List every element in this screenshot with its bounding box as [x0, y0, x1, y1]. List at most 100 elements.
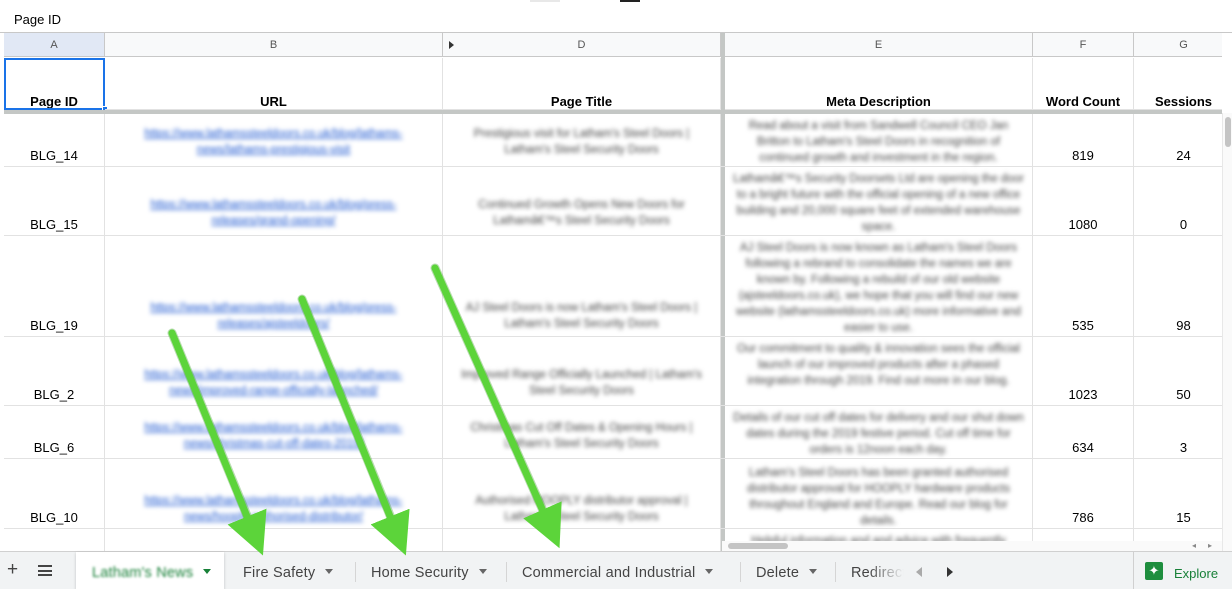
all-sheets-menu-icon[interactable] — [38, 565, 52, 576]
cell-meta-description[interactable]: AJ Steel Doors is now known as Latham's … — [725, 236, 1033, 336]
cell-page-title[interactable]: Authorised HOOPLY distributor approval |… — [443, 459, 721, 528]
column-header-f[interactable]: F — [1033, 33, 1134, 57]
url-link[interactable]: https://www.lathamssteeldoors.co.uk/blog… — [105, 363, 442, 403]
tab-lathams-news[interactable]: Latham's News — [76, 552, 224, 589]
page-title-text: Continued Growth Opens New Doors for Lat… — [478, 199, 685, 227]
cell-url[interactable]: https://www.lathamssteeldoors.co.uk/blog… — [105, 406, 443, 458]
column-header-b[interactable]: B — [105, 33, 542, 57]
tab-commercial-and-industrial[interactable]: Commercial and Industrial — [506, 552, 740, 589]
cell-url[interactable]: https://www.lathamssteeldoors.co.uk/blog… — [105, 236, 443, 336]
vertical-scroll-thumb[interactable] — [1225, 117, 1231, 147]
page-title-text: Authorised HOOPLY distributor approval |… — [475, 495, 688, 523]
header-cell-page-id[interactable]: Page ID — [4, 58, 105, 110]
cell-page-id-value: BLG_10 — [30, 510, 78, 525]
cell-meta-description[interactable]: Latham's Steel Doors has been granted au… — [725, 459, 1033, 528]
header-cell-url[interactable]: URL — [105, 58, 443, 110]
column-header-g[interactable]: G — [1134, 33, 1222, 57]
scroll-left-icon[interactable]: ◂ — [1192, 541, 1196, 550]
cell-sessions[interactable]: 98 — [1134, 236, 1222, 336]
cell-word-count[interactable]: 634 — [1033, 406, 1134, 458]
cell-meta-description[interactable]: Read about a visit from Sandwell Council… — [725, 114, 1033, 166]
scroll-right-icon[interactable]: ▸ — [1208, 541, 1212, 550]
cell-page-title[interactable]: Improved Range Officially Launched | Lat… — [443, 337, 721, 405]
spreadsheet-grid[interactable]: A B D E F G Page ID URL Page Title Meta … — [4, 33, 1222, 551]
cell-page-title[interactable] — [443, 529, 721, 551]
cell-page-id[interactable]: BLG_2 — [4, 337, 105, 405]
cell-word-count[interactable]: 1023 — [1033, 337, 1134, 405]
chevron-down-icon[interactable] — [325, 569, 334, 574]
cell-page-id[interactable]: BLG_15 — [4, 167, 105, 235]
explore-label: Explore — [1174, 566, 1219, 581]
column-header-e[interactable]: E — [725, 33, 1033, 57]
header-cell-page-title[interactable]: Page Title — [443, 58, 721, 110]
cell-url[interactable] — [105, 529, 443, 551]
cell-word-count[interactable]: 819 — [1033, 114, 1134, 166]
cell-word-count[interactable]: 535 — [1033, 236, 1134, 336]
column-header-a[interactable]: A — [4, 33, 105, 57]
url-link[interactable]: https://www.lathamssteeldoors.co.uk/blog… — [105, 193, 442, 233]
sessions-value: 15 — [1176, 510, 1191, 525]
url-link[interactable]: https://www.lathamssteeldoors.co.uk/blog… — [105, 416, 442, 456]
tab-delete[interactable]: Delete — [740, 552, 835, 589]
meta-description-text: AJ Steel Doors is now known as Latham's … — [735, 242, 1022, 334]
cell-url[interactable]: https://www.lathamssteeldoors.co.uk/blog… — [105, 114, 443, 166]
formula-bar-content[interactable]: Page ID — [14, 12, 61, 27]
url-link[interactable]: https://www.lathamssteeldoors.co.uk/blog… — [105, 489, 442, 529]
scroll-tabs-right-icon[interactable] — [947, 567, 953, 577]
cell-url[interactable]: https://www.lathamssteeldoors.co.uk/blog… — [105, 167, 443, 235]
tab-label: Latham's News — [92, 565, 194, 581]
cell-page-id-value: BLG_19 — [30, 318, 78, 333]
cell-sessions[interactable]: 0 — [1134, 167, 1222, 235]
word-count-value: 535 — [1072, 318, 1094, 333]
cell-sessions[interactable]: 50 — [1134, 337, 1222, 405]
meta-description-text: Read about a visit from Sandwell Council… — [748, 120, 1009, 164]
cell-page-title[interactable]: AJ Steel Doors is now Latham's Steel Doo… — [443, 236, 721, 336]
header-cell-sessions[interactable]: Sessions — [1134, 58, 1222, 110]
cell-page-title[interactable]: Prestigious visit for Latham's Steel Doo… — [443, 114, 721, 166]
formula-bar[interactable]: Page ID — [0, 0, 1232, 33]
cell-meta-description[interactable]: Our commitment to quality & innovation s… — [725, 337, 1033, 405]
cell-url[interactable]: https://www.lathamssteeldoors.co.uk/blog… — [105, 337, 443, 405]
header-cell-word-count[interactable]: Word Count — [1033, 58, 1134, 110]
cell-page-title[interactable]: Continued Growth Opens New Doors for Lat… — [443, 167, 721, 235]
toolbar-edge — [530, 0, 560, 2]
page-title-text: Prestigious visit for Latham's Steel Doo… — [473, 128, 690, 156]
cell-page-id-value: BLG_14 — [30, 148, 78, 163]
url-link[interactable]: https://www.lathamssteeldoors.co.uk/blog… — [105, 122, 442, 162]
cell-word-count[interactable]: 1080 — [1033, 167, 1134, 235]
cell-page-id[interactable]: BLG_19 — [4, 236, 105, 336]
url-link[interactable]: https://www.lathamssteeldoors.co.uk/blog… — [105, 296, 442, 336]
chevron-down-icon[interactable] — [705, 569, 714, 574]
cell-page-id[interactable]: BLG_10 — [4, 459, 105, 528]
chevron-down-icon[interactable] — [478, 569, 487, 574]
header-cell-meta-description[interactable]: Meta Description — [725, 58, 1033, 110]
column-header-d[interactable]: D — [443, 33, 721, 57]
cell-meta-description[interactable]: Details of our cut off dates for deliver… — [725, 406, 1033, 458]
tab-home-security[interactable]: Home Security — [355, 552, 506, 589]
tab-overflow-fade — [868, 552, 904, 589]
cell-sessions[interactable]: 3 — [1134, 406, 1222, 458]
horizontal-scrollbar[interactable]: ◂ ▸ — [722, 541, 1222, 551]
vertical-scrollbar[interactable] — [1222, 113, 1232, 551]
chevron-down-icon[interactable] — [809, 569, 818, 574]
tab-fire-safety[interactable]: Fire Safety — [227, 552, 354, 589]
horizontal-scroll-thumb[interactable] — [728, 543, 788, 549]
tab-label: Fire Safety — [243, 565, 316, 581]
cell-page-title[interactable]: Christmas Cut Off Dates & Opening Hours … — [443, 406, 721, 458]
explore-icon: ✦ — [1145, 562, 1163, 580]
explore-button[interactable]: ✦ Explore — [1133, 552, 1232, 589]
cell-sessions[interactable]: 24 — [1134, 114, 1222, 166]
cell-page-id-value: BLG_15 — [30, 217, 78, 232]
cell-page-id-value: BLG_2 — [33, 387, 75, 402]
add-sheet-button[interactable]: + — [7, 560, 18, 579]
cell-page-id[interactable] — [4, 529, 105, 551]
cell-url[interactable]: https://www.lathamssteeldoors.co.uk/blog… — [105, 459, 443, 528]
hidden-column-right-icon[interactable] — [449, 41, 454, 49]
cell-page-id[interactable]: BLG_14 — [4, 114, 105, 166]
scroll-tabs-left-icon[interactable] — [916, 567, 922, 577]
cell-page-id[interactable]: BLG_6 — [4, 406, 105, 458]
cell-sessions[interactable]: 15 — [1134, 459, 1222, 528]
chevron-down-icon[interactable] — [203, 569, 212, 574]
cell-word-count[interactable]: 786 — [1033, 459, 1134, 528]
cell-meta-description[interactable]: Lathamâ€™s Security Doorsets Ltd are ope… — [725, 167, 1033, 235]
